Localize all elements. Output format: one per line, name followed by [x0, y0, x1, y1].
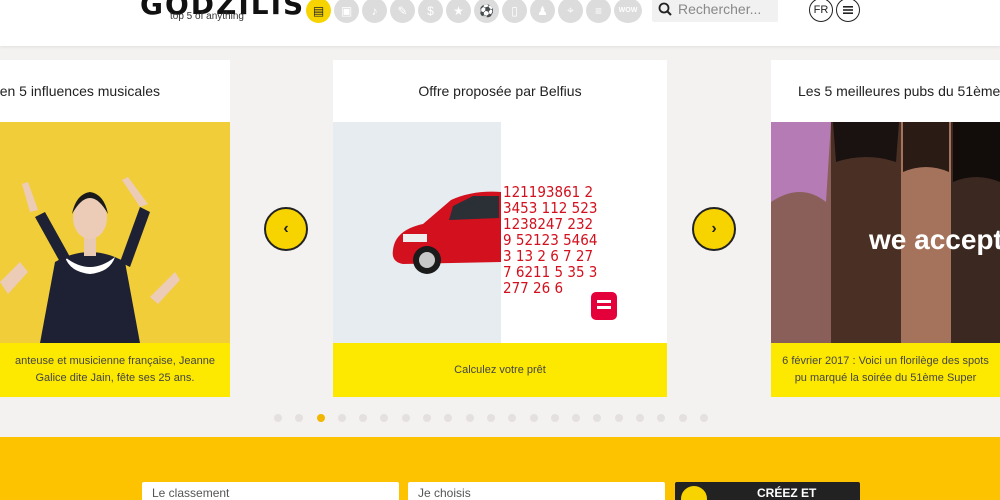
- carousel-pagination: [274, 414, 708, 422]
- carousel-dot[interactable]: [593, 414, 602, 422]
- card-image-belfius-ad[interactable]: 121193861 23453 112 523 1238247 2329 521…: [333, 122, 667, 343]
- category-wow-icon[interactable]: WOW: [614, 0, 642, 23]
- chevron-right-icon: ›: [711, 220, 717, 237]
- category-food-icon[interactable]: ≡: [586, 0, 611, 23]
- create-label: CRÉEZ ET: [757, 486, 817, 500]
- ad-overlay-text: we accept: [869, 224, 1000, 255]
- create-list-button[interactable]: CRÉEZ ET: [675, 482, 860, 500]
- carousel-dot[interactable]: [274, 414, 282, 422]
- card-caption: anteuse et musicienne française, Jeanne …: [0, 343, 230, 397]
- logo-tagline: top 5 of anything: [170, 11, 244, 22]
- search-input[interactable]: [678, 1, 774, 17]
- category-music-icon[interactable]: ♪: [362, 0, 387, 23]
- menu-button[interactable]: [836, 0, 860, 22]
- carousel-dot[interactable]: [699, 414, 708, 422]
- carousel-dot[interactable]: [678, 414, 687, 422]
- list-choice-field[interactable]: Je choisis: [408, 482, 665, 500]
- category-star-icon[interactable]: ★: [446, 0, 471, 23]
- card-title[interactable]: en 5 influences musicales: [0, 60, 230, 122]
- ad-number-art: 121193861 23453 112 523 1238247 2329 521…: [503, 183, 598, 297]
- carousel-dot[interactable]: [529, 414, 538, 422]
- search-icon: [658, 2, 672, 16]
- category-money-icon[interactable]: $: [418, 0, 443, 23]
- carousel-dot[interactable]: [550, 414, 559, 422]
- carousel-dot[interactable]: [657, 414, 666, 422]
- carousel-dot[interactable]: [295, 414, 304, 422]
- carousel-dot[interactable]: [636, 414, 645, 422]
- carousel-dot[interactable]: [401, 414, 410, 422]
- create-list-banner: Le classement Je choisis CRÉEZ ET: [0, 437, 1000, 500]
- card-image-jain[interactable]: [0, 122, 230, 343]
- carousel-dot[interactable]: [508, 414, 517, 422]
- language-switch[interactable]: FR: [809, 0, 833, 22]
- carousel-dot[interactable]: [337, 414, 346, 422]
- category-location-icon[interactable]: ⌖: [558, 0, 583, 23]
- calculate-loan-link[interactable]: Calculez votre prêt: [333, 343, 667, 397]
- article-card-right[interactable]: Les 5 meilleures pubs du 51ème we accept…: [771, 60, 1000, 397]
- sponsored-card-belfius[interactable]: Offre proposée par Belfius 121193861 234…: [333, 60, 667, 397]
- category-fashion-icon[interactable]: ♟: [530, 0, 555, 23]
- article-card-left[interactable]: en 5 influences musicales anteuse et mus…: [0, 60, 230, 397]
- search-box[interactable]: [652, 0, 778, 22]
- carousel-dot[interactable]: [380, 414, 389, 422]
- godzilist-logo[interactable]: GODZILIST top 5 of anything: [140, 0, 324, 28]
- carousel-dot[interactable]: [465, 414, 474, 422]
- chevron-left-icon: ‹: [283, 220, 289, 237]
- carousel-prev-button[interactable]: ‹: [264, 207, 308, 251]
- carousel-dot[interactable]: [614, 414, 623, 422]
- category-tech-icon[interactable]: ▯: [502, 0, 527, 23]
- belfius-logo-icon: [591, 292, 617, 320]
- carousel-dot[interactable]: [572, 414, 581, 422]
- card-title[interactable]: Les 5 meilleures pubs du 51ème: [771, 60, 1000, 122]
- carousel-next-button[interactable]: ›: [692, 207, 736, 251]
- godzilla-badge-icon: [679, 484, 709, 500]
- list-topic-field[interactable]: Le classement: [142, 482, 399, 500]
- carousel-dot[interactable]: [359, 414, 368, 422]
- category-nav: ▤ ▣ ♪ ✎ $ ★ ⚽ ▯ ♟ ⌖ ≡ WOW: [306, 0, 642, 26]
- card-title[interactable]: Offre proposée par Belfius: [333, 60, 667, 122]
- carousel-dot[interactable]: [316, 414, 325, 422]
- carousel-dot[interactable]: [444, 414, 453, 422]
- top-header: GODZILIST top 5 of anything ▤ ▣ ♪ ✎ $ ★ ⚽ ▯ ♟ ⌖ ≡ W…: [0, 0, 1000, 46]
- category-movie-icon[interactable]: ▣: [334, 0, 359, 23]
- card-caption: 6 février 2017 : Voici un florilège des …: [771, 343, 1000, 397]
- category-science-icon[interactable]: ✎: [390, 0, 415, 23]
- carousel-dot[interactable]: [423, 414, 432, 422]
- category-sport-icon[interactable]: ⚽: [474, 0, 499, 23]
- carousel-dot[interactable]: [486, 414, 495, 422]
- card-image-super-bowl-ads[interactable]: we accept: [771, 122, 1000, 343]
- category-news-icon[interactable]: ▤: [306, 0, 331, 23]
- hamburger-icon: [843, 6, 853, 14]
